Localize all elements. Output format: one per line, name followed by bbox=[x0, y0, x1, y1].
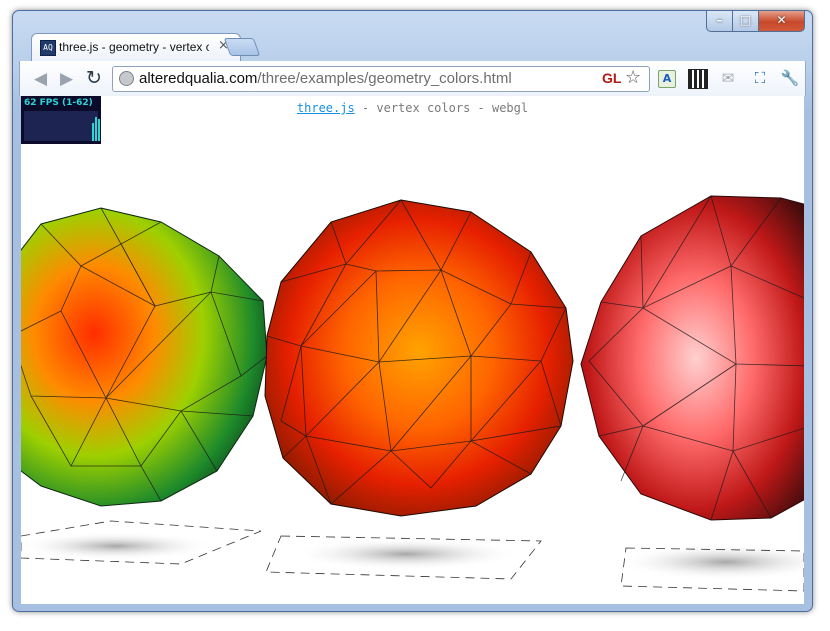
fps-bar bbox=[95, 117, 97, 141]
tab-title: three.js - geometry - vertex colors bbox=[59, 40, 209, 54]
browser-window: AQ three.js - geometry - vertex colors ×… bbox=[12, 10, 813, 612]
url-path: /three/examples/geometry_colors.html bbox=[257, 70, 512, 87]
fps-bar bbox=[92, 123, 94, 141]
fps-bar bbox=[98, 119, 100, 141]
page-viewport: three.js - vertex colors - webgl 62 FPS … bbox=[21, 96, 804, 604]
bookmark-star-icon[interactable]: ☆ bbox=[625, 67, 641, 88]
threejs-link[interactable]: three.js bbox=[297, 101, 355, 115]
webgl-canvas[interactable] bbox=[21, 96, 804, 604]
address-bar[interactable]: alteredqualia.com/three/examples/geometr… bbox=[112, 66, 650, 92]
wrench-icon[interactable]: 🔧 bbox=[780, 68, 800, 88]
new-tab-button[interactable] bbox=[223, 38, 261, 56]
mail-icon[interactable]: ✉ bbox=[718, 68, 738, 88]
translate-icon[interactable]: A bbox=[658, 70, 676, 88]
back-icon[interactable]: ◀ bbox=[34, 69, 47, 89]
sphere-shadow-left bbox=[21, 532, 216, 560]
url-text[interactable]: alteredqualia.com/three/examples/geometr… bbox=[139, 70, 512, 87]
minimize-button[interactable]: – bbox=[706, 11, 733, 32]
sphere-shadow-middle bbox=[291, 538, 521, 570]
close-window-button[interactable]: ✕ bbox=[758, 11, 805, 32]
orange-red-sphere bbox=[264, 199, 574, 517]
browser-toolbar: ◀ ▶ ↻ alteredqualia.com/three/examples/g… bbox=[19, 61, 806, 96]
site-favicon-icon: AQ bbox=[40, 40, 56, 56]
minimize-icon: – bbox=[716, 13, 723, 27]
fps-graph bbox=[24, 111, 100, 141]
globe-icon bbox=[119, 71, 134, 86]
fps-stats-panel[interactable]: 62 FPS (1-62) bbox=[21, 96, 101, 144]
screen-capture-icon[interactable]: ⛶ bbox=[750, 68, 770, 88]
url-host: alteredqualia.com bbox=[139, 70, 258, 87]
title-bar: AQ three.js - geometry - vertex colors ×… bbox=[13, 11, 812, 61]
reload-icon[interactable]: ↻ bbox=[86, 67, 102, 89]
fps-label: 62 FPS (1-62) bbox=[24, 98, 93, 108]
info-text: - vertex colors - webgl bbox=[354, 101, 529, 115]
page-info-line: three.js - vertex colors - webgl bbox=[21, 101, 804, 115]
maximize-icon: □ bbox=[739, 13, 752, 27]
maximize-button[interactable]: □ bbox=[732, 11, 759, 32]
webgl-badge[interactable]: GL bbox=[602, 70, 621, 86]
browser-tab[interactable]: AQ three.js - geometry - vertex colors × bbox=[31, 33, 241, 61]
qr-code-icon[interactable] bbox=[688, 69, 708, 89]
green-orange-sphere bbox=[21, 207, 268, 507]
pink-sphere bbox=[580, 195, 804, 521]
forward-icon[interactable]: ▶ bbox=[60, 69, 73, 89]
sphere-shadow-right bbox=[616, 544, 804, 580]
close-icon: ✕ bbox=[776, 13, 787, 27]
